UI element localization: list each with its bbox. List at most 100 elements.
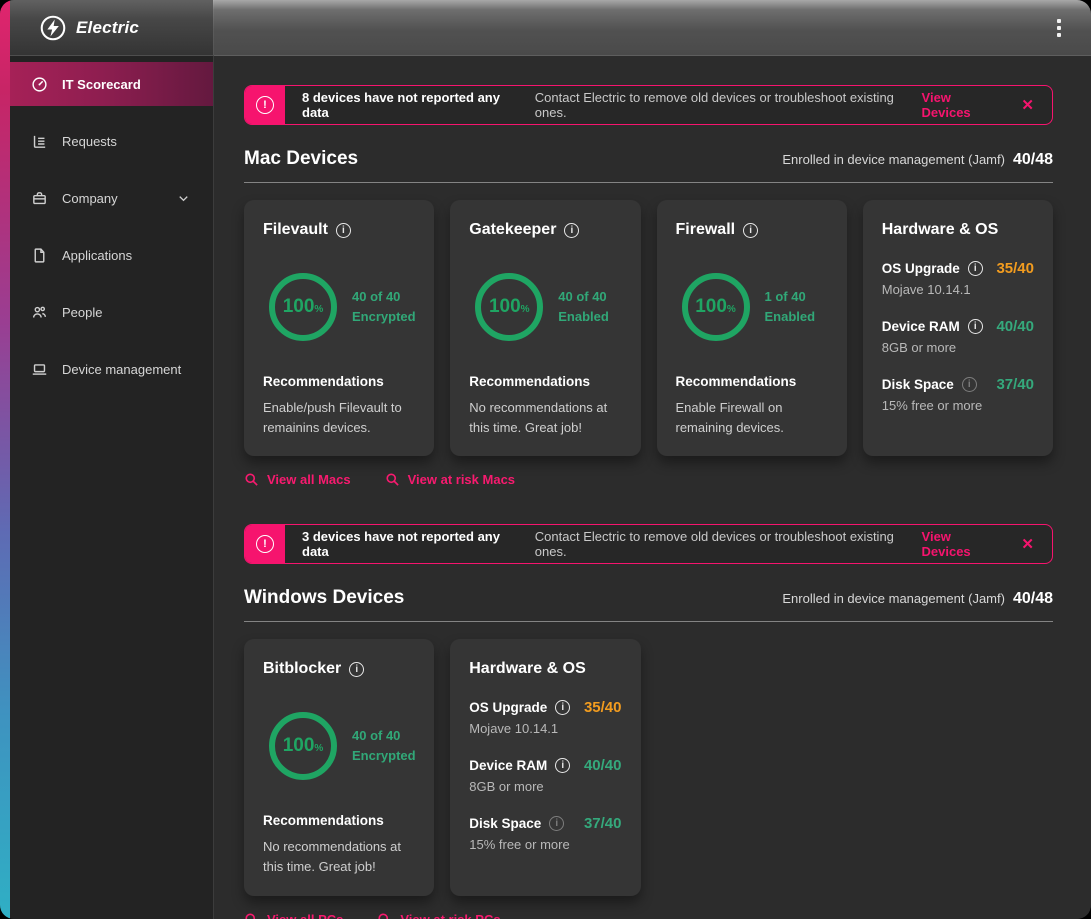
close-icon[interactable]: ✕	[1021, 98, 1034, 113]
electric-logo-icon	[40, 15, 66, 41]
percent-value: 100	[283, 296, 315, 318]
ring-caption: 40 of 40 Enabled	[558, 287, 609, 327]
percent-ring: 100%	[269, 712, 337, 780]
recommendations-text: No recommendations at this time. Great j…	[263, 837, 415, 877]
hw-value: 37/40	[996, 376, 1034, 393]
view-all-macs-link[interactable]: View all Macs	[244, 472, 351, 487]
windows-enrollment: Enrolled in device management (Jamf) 40/…	[782, 590, 1053, 608]
content-scroll-area[interactable]: ! 8 devices have not reported any data C…	[213, 56, 1091, 919]
ring-caption: 40 of 40 Encrypted	[352, 287, 416, 327]
hw-label: OS Upgrade	[469, 700, 547, 715]
sidebar-nav: IT Scorecard Requests	[0, 56, 213, 404]
alert-icon-block: !	[245, 525, 285, 563]
info-icon[interactable]: i	[336, 223, 351, 238]
chevron-down-icon[interactable]	[176, 191, 191, 206]
view-devices-link[interactable]: View Devices	[922, 90, 1002, 120]
view-devices-link[interactable]: View Devices	[922, 529, 1002, 559]
alert-bold-text: 8 devices have not reported any data	[302, 90, 526, 120]
alert-actions: View Devices ✕	[922, 525, 1052, 563]
mac-links-row: View all Macs View at risk Macs	[244, 472, 1053, 487]
mac-alert-banner: ! 8 devices have not reported any data C…	[244, 85, 1053, 125]
info-icon[interactable]: i	[549, 816, 564, 831]
card-title: Gatekeeper	[469, 221, 556, 239]
link-label: View at risk Macs	[408, 472, 515, 487]
mac-enrollment: Enrolled in device management (Jamf) 40/…	[782, 151, 1053, 169]
info-icon[interactable]: i	[555, 700, 570, 715]
card-title: Hardware & OS	[882, 221, 998, 239]
view-at-risk-macs-link[interactable]: View at risk Macs	[385, 472, 515, 487]
card-title: Hardware & OS	[469, 660, 585, 678]
hw-row-device-ram: Device RAM i 40/40 8GB or more	[882, 318, 1034, 355]
recommendations-title: Recommendations	[469, 374, 621, 389]
people-icon	[31, 304, 48, 321]
sidebar-item-label: Requests	[62, 134, 117, 149]
alert-icon-block: !	[245, 86, 285, 124]
count-text: 40 of 40	[558, 287, 609, 307]
recommendations-title: Recommendations	[263, 813, 415, 828]
percent-sign: %	[521, 304, 530, 315]
sidebar-item-device-management[interactable]: Device management	[10, 347, 213, 391]
info-icon[interactable]: i	[564, 223, 579, 238]
alert-detail-text: Contact Electric to remove old devices o…	[535, 90, 922, 120]
gauge-icon	[31, 76, 48, 93]
info-icon[interactable]: i	[962, 377, 977, 392]
sidebar-item-it-scorecard[interactable]: IT Scorecard	[10, 62, 213, 106]
status-text: Enabled	[558, 307, 609, 327]
app-window: Electric IT Scorecard	[0, 0, 1091, 919]
windows-hardware-os-card: Hardware & OS OS Upgrade i 35/40 Mojave …	[450, 639, 640, 895]
app-logo-text: Electric	[76, 18, 139, 38]
card-title: Bitblocker	[263, 660, 341, 678]
windows-cards-row: Bitblocker i 100% 40 of 40 Encrypted Rec…	[244, 639, 1053, 895]
sidebar-item-company[interactable]: Company	[10, 176, 213, 220]
alert-bold-text: 3 devices have not reported any data	[302, 529, 526, 559]
hw-row-os-upgrade: OS Upgrade i 35/40 Mojave 10.14.1	[469, 699, 621, 736]
percent-sign: %	[314, 743, 323, 754]
mac-hardware-os-card: Hardware & OS OS Upgrade i 35/40 Mojave …	[863, 200, 1053, 456]
link-label: View all PCs	[267, 912, 343, 919]
view-all-pcs-link[interactable]: View all PCs	[244, 912, 343, 919]
percent-ring: 100%	[269, 273, 337, 341]
hw-row-device-ram: Device RAM i 40/40 8GB or more	[469, 757, 621, 794]
status-text: Encrypted	[352, 307, 416, 327]
percent-value: 100	[695, 296, 727, 318]
status-text: Enabled	[765, 307, 816, 327]
hw-row-os-upgrade: OS Upgrade i 35/40 Mojave 10.14.1	[882, 260, 1034, 297]
sidebar-item-label: Company	[62, 191, 118, 206]
firewall-card: Firewall i 100% 1 of 40 Enabled Recommen…	[657, 200, 847, 456]
alert-message: 3 devices have not reported any data Con…	[285, 525, 922, 563]
hw-value: 40/40	[996, 318, 1034, 335]
info-icon[interactable]: i	[968, 261, 983, 276]
info-icon[interactable]: i	[555, 758, 570, 773]
sidebar: Electric IT Scorecard	[0, 0, 213, 919]
close-icon[interactable]: ✕	[1021, 537, 1034, 552]
mac-section-head: Mac Devices Enrolled in device managemen…	[244, 148, 1053, 170]
recommendations-text: No recommendations at this time. Great j…	[469, 398, 621, 438]
gatekeeper-card: Gatekeeper i 100% 40 of 40 Enabled Recom…	[450, 200, 640, 456]
sidebar-item-label: Applications	[62, 248, 132, 263]
hw-subtext: Mojave 10.14.1	[469, 721, 621, 736]
recommendations-title: Recommendations	[676, 374, 828, 389]
hw-label: Disk Space	[469, 816, 541, 831]
info-icon[interactable]: i	[349, 662, 364, 677]
hw-value: 40/40	[584, 757, 622, 774]
sidebar-item-people[interactable]: People	[10, 290, 213, 334]
alert-detail-text: Contact Electric to remove old devices o…	[535, 529, 922, 559]
count-text: 1 of 40	[765, 287, 816, 307]
info-icon[interactable]: i	[968, 319, 983, 334]
search-icon	[244, 472, 259, 487]
filevault-card: Filevault i 100% 40 of 40 Encrypted Reco…	[244, 200, 434, 456]
alert-actions: View Devices ✕	[922, 86, 1052, 124]
hw-label: Device RAM	[882, 319, 960, 334]
exclamation-circle-icon: !	[256, 535, 274, 553]
info-icon[interactable]: i	[743, 223, 758, 238]
document-icon	[31, 247, 48, 264]
kebab-menu-icon[interactable]	[1051, 13, 1067, 43]
windows-section-title: Windows Devices	[244, 587, 404, 609]
top-bar	[213, 0, 1091, 56]
status-text: Encrypted	[352, 746, 416, 766]
sidebar-item-requests[interactable]: Requests	[10, 119, 213, 163]
view-at-risk-pcs-link[interactable]: View at risk PCs	[377, 912, 500, 919]
percent-sign: %	[727, 304, 736, 315]
hw-label: OS Upgrade	[882, 261, 960, 276]
sidebar-item-applications[interactable]: Applications	[10, 233, 213, 277]
